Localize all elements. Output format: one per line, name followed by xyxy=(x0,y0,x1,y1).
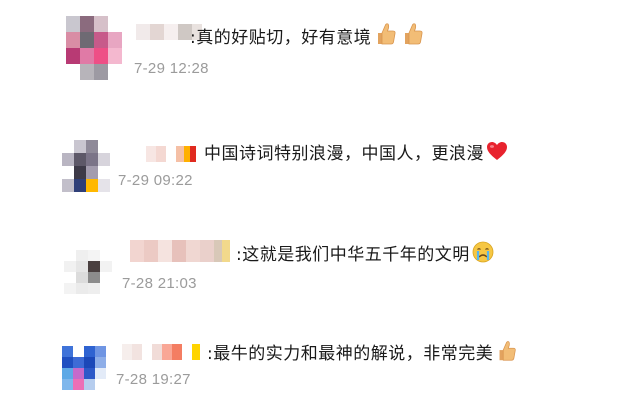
avatar[interactable] xyxy=(64,250,112,294)
comment-text: :最牛的实力和最神的解说，非常完美 xyxy=(207,339,518,369)
comment-body: :最牛的实力和最神的解说，非常完美 xyxy=(207,344,494,364)
comment-timestamp: 7-29 12:28 xyxy=(134,60,209,77)
username-obscured[interactable] xyxy=(130,240,230,262)
comment-text: 中国诗词特别浪漫，中国人，更浪漫 xyxy=(204,139,509,169)
thumbs-up-icon xyxy=(372,21,398,53)
comment-text: :这就是我们中华五千年的文明 xyxy=(236,240,495,270)
username-obscured[interactable] xyxy=(122,344,200,360)
crying-face-icon xyxy=(471,240,495,270)
comment-body: :这就是我们中华五千年的文明 xyxy=(236,245,470,265)
red-heart-icon xyxy=(485,139,509,169)
avatar[interactable] xyxy=(62,346,106,390)
comment-body: 中国诗词特别浪漫，中国人，更浪漫 xyxy=(204,144,484,164)
thumbs-up-icon xyxy=(399,21,425,53)
thumbs-up-icon xyxy=(494,339,518,369)
username-obscured[interactable] xyxy=(146,146,196,162)
comment-timestamp: 7-29 09:22 xyxy=(118,172,193,189)
comment-body: :真的好贴切，好有意境 xyxy=(190,28,372,48)
comment-text: :真的好贴切，好有意境 xyxy=(190,21,425,53)
comment-timestamp: 7-28 19:27 xyxy=(116,371,191,388)
avatar[interactable] xyxy=(62,140,110,192)
avatar[interactable] xyxy=(66,16,122,80)
comment-timestamp: 7-28 21:03 xyxy=(122,275,197,292)
